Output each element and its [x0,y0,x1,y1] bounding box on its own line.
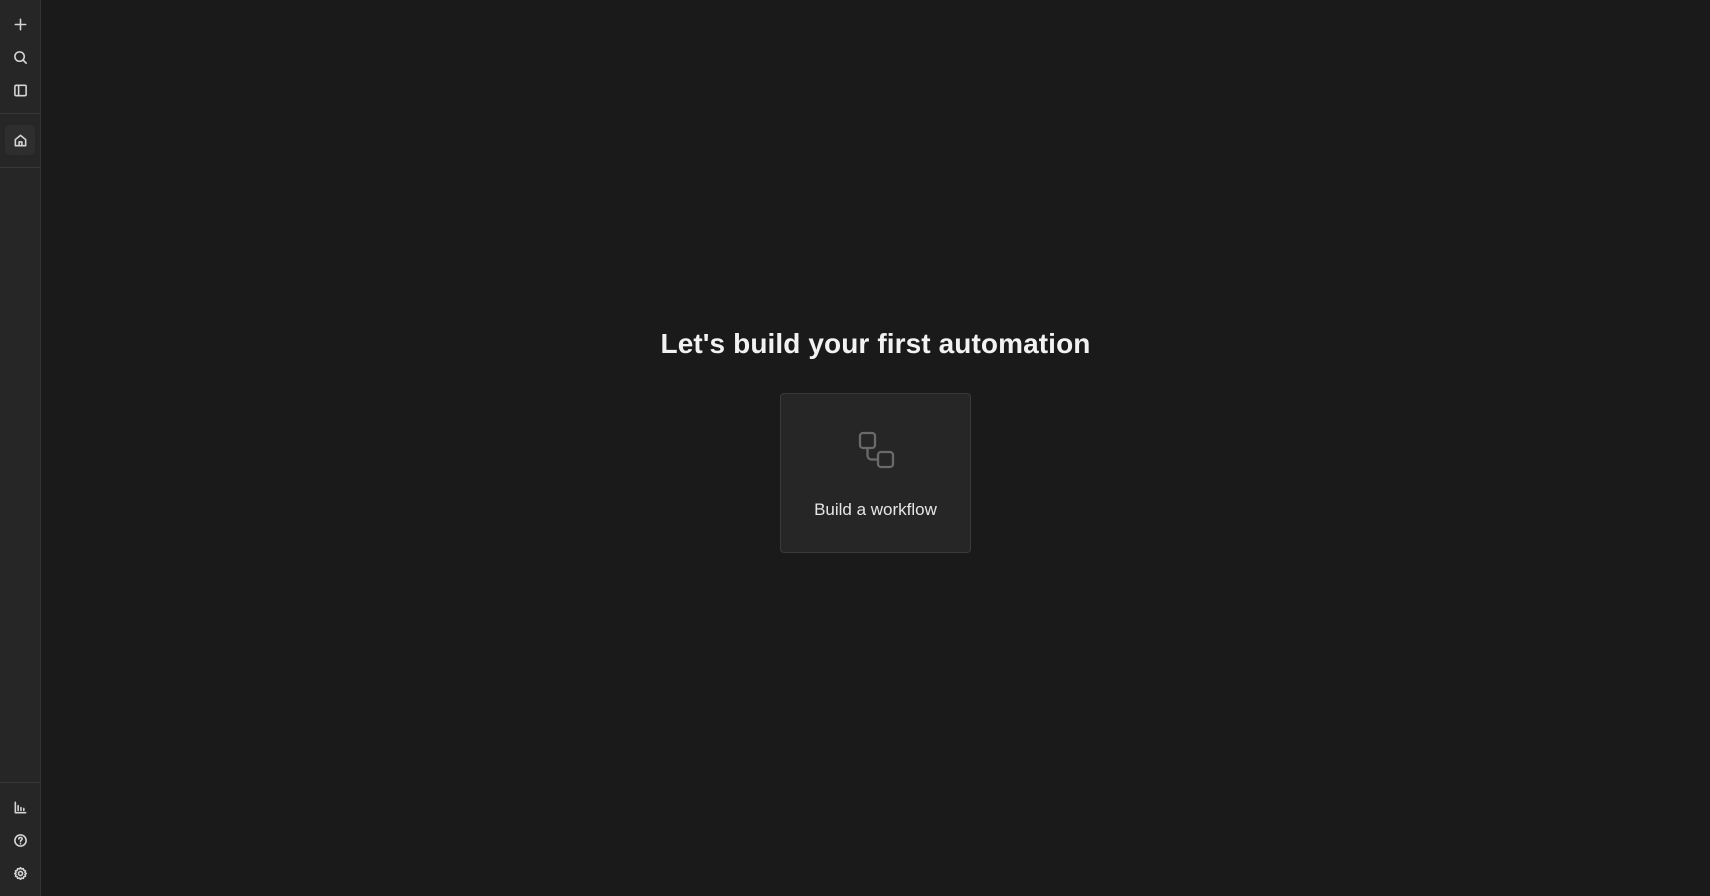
search-button[interactable] [5,42,35,72]
sidebar-toggle-icon [13,84,27,96]
home-button[interactable] [5,125,35,155]
plus-icon [14,18,26,30]
workflow-icon [855,429,897,471]
gear-icon [13,866,27,880]
new-button[interactable] [5,9,35,39]
insights-button[interactable] [5,792,35,822]
app-window: Let's build your first automation Build … [0,0,1710,896]
toggle-sidebar-button[interactable] [5,75,35,105]
build-workflow-card[interactable]: Build a workflow [780,393,971,553]
sidebar-home-group [0,114,40,168]
home-icon [14,134,26,146]
sidebar-bottom-group [0,782,40,896]
search-icon [13,50,27,64]
chart-icon [14,801,26,813]
help-button[interactable] [5,825,35,855]
help-icon [13,833,27,847]
settings-button[interactable] [5,858,35,888]
card-label: Build a workflow [814,500,937,519]
sidebar [0,0,41,896]
main-content: Let's build your first automation Build … [41,0,1710,896]
page-title: Let's build your first automation [660,328,1091,359]
sidebar-top-group [0,0,40,114]
